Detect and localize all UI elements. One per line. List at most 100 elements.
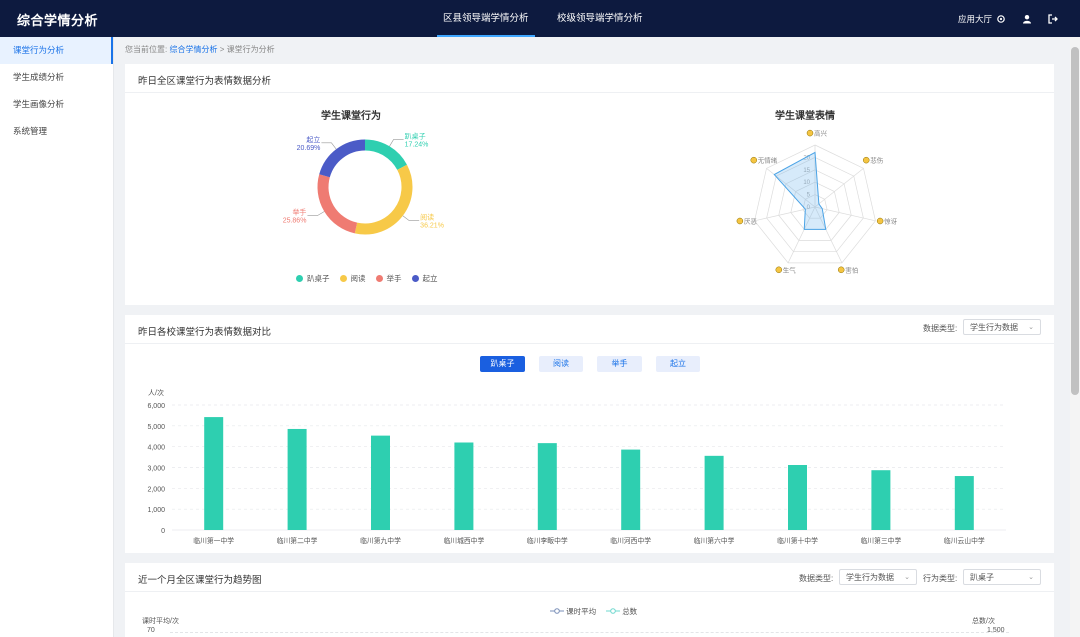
legend-item-desk[interactable]: 趴桌子 <box>296 273 330 284</box>
behavior-button-hand[interactable]: 举手 <box>597 356 642 372</box>
x-tick-label: 临川城西中学 <box>444 536 485 545</box>
bar[interactable] <box>537 443 557 530</box>
page-scrollbar[interactable] <box>1070 37 1080 637</box>
label-leader-line <box>321 142 337 150</box>
radar-axis-text: 厌恶 <box>744 218 758 226</box>
emoji-face-icon <box>837 266 845 274</box>
right-axis-label: 总数/次 <box>972 618 995 625</box>
legend-label: 总数 <box>622 607 638 616</box>
school-compare-title: 昨日各校课堂行为表情数据对比 <box>138 327 272 338</box>
logout-icon[interactable] <box>1048 13 1058 24</box>
bar[interactable] <box>371 435 390 530</box>
radar-axis-label: 厌恶 <box>736 218 758 226</box>
label-leader-line <box>389 139 404 147</box>
data-type-value: 学生行为数据 <box>970 323 1018 332</box>
y-tick-label: 4,000 <box>147 445 165 452</box>
x-tick-label: 临川云山中学 <box>944 536 985 545</box>
sidebar-item-system-management[interactable]: 系统管理 <box>0 118 113 145</box>
donut-slice-label: 趴桌子 <box>405 131 426 140</box>
sidebar-item-behavior-analysis[interactable]: 课堂行为分析 <box>0 37 113 64</box>
radar-series-area[interactable] <box>773 151 827 230</box>
label-leader-line <box>307 211 325 216</box>
emoji-face-icon <box>876 217 884 225</box>
emoji-face-icon <box>862 156 870 164</box>
bar[interactable] <box>287 428 307 530</box>
behavior-type-label: 行为类型: <box>923 574 958 583</box>
legend-item-read[interactable]: 阅读 <box>339 273 366 284</box>
legend-label: 阅读 <box>350 274 366 283</box>
donut-slice-label: 起立 <box>306 135 320 144</box>
donut-slice[interactable] <box>354 164 413 235</box>
legend-label: 起立 <box>422 274 438 283</box>
radar-chart-title: 学生课堂表情 <box>775 111 835 122</box>
chevron-down-icon: ⌄ <box>1028 324 1034 331</box>
radar-axis-text: 无情绪 <box>758 156 778 165</box>
trend-legend: 课时平均 总数 <box>550 606 637 617</box>
school-bar-chart: 人/次 0 1,000 2,000 3,000 4,000 5,000 6,000 临川第一中学… <box>147 388 1006 545</box>
bar[interactable] <box>954 476 974 530</box>
bar[interactable] <box>454 442 474 531</box>
trend-data-type-select[interactable]: 学生行为数据 ⌄ <box>839 569 917 585</box>
legend-item-avg[interactable]: 课时平均 <box>550 606 596 617</box>
y-tick-label: 0 <box>161 528 165 535</box>
x-tick-label: 临川第三中学 <box>861 536 902 545</box>
donut-slice-percent: 25.86% <box>283 218 307 225</box>
y-tick-label: 1,000 <box>147 507 165 514</box>
app-hall-link[interactable]: 应用大厅 <box>958 13 1006 25</box>
divider <box>125 591 1054 592</box>
radar-axis-label: 高兴 <box>806 129 828 138</box>
emoji-face-icon <box>775 266 783 274</box>
gridline <box>170 632 1009 634</box>
donut-slice-percent: 36.21% <box>420 223 444 230</box>
legend-item-stand[interactable]: 起立 <box>411 273 438 284</box>
trend-data-type-value: 学生行为数据 <box>846 573 894 582</box>
x-tick-label: 临川第一中学 <box>193 536 234 545</box>
donut-legend: 趴桌子 阅读 举手 起立 <box>296 273 438 284</box>
bar[interactable] <box>621 449 641 530</box>
overview-card-title: 昨日全区课堂行为表情数据分析 <box>138 76 272 87</box>
y-tick-label: 2,000 <box>147 486 165 493</box>
legend-label: 趴桌子 <box>307 274 330 283</box>
y-tick-label: 6,000 <box>147 403 165 410</box>
tab-district-leader[interactable]: 区县领导端学情分析 <box>437 0 535 37</box>
donut-slice[interactable] <box>319 139 366 178</box>
bar[interactable] <box>788 465 807 530</box>
tab-school-leader[interactable]: 校级领导端学情分析 <box>557 0 643 37</box>
top-right-actions: 应用大厅 <box>958 0 1058 37</box>
donut-slice[interactable] <box>364 139 407 171</box>
behavior-type-select[interactable]: 趴桌子 ⌄ <box>963 569 1041 585</box>
x-tick-label: 临川李畈中学 <box>527 536 568 545</box>
radar-axis-label: 惊讶 <box>876 217 898 226</box>
behavior-type-value: 趴桌子 <box>970 573 994 582</box>
user-icon[interactable] <box>1022 14 1032 24</box>
donut-slice-label: 阅读 <box>420 213 434 222</box>
donut-slice-label: 举手 <box>292 208 306 217</box>
donut-slice[interactable] <box>317 174 358 234</box>
donut-slice-percent: 17.24% <box>405 141 429 148</box>
bar[interactable] <box>871 470 891 530</box>
data-type-label: 数据类型: <box>923 324 958 333</box>
breadcrumb-link[interactable]: 综合学情分析 <box>169 45 217 54</box>
x-tick-label: 临川第九中学 <box>360 536 401 545</box>
bar[interactable] <box>704 455 724 530</box>
scrollbar-thumb[interactable] <box>1071 47 1079 395</box>
bar[interactable] <box>204 417 224 530</box>
behavior-button-read[interactable]: 阅读 <box>539 356 583 372</box>
radar-axis-text: 害怕 <box>845 265 859 274</box>
donut-slice-percent: 20.69% <box>297 145 321 152</box>
legend-label: 举手 <box>386 274 402 283</box>
behavior-button-desk[interactable]: 趴桌子 <box>480 356 525 372</box>
sidebar-item-student-profile[interactable]: 学生画像分析 <box>0 91 113 118</box>
x-tick-label: 临川第六中学 <box>694 536 735 545</box>
behavior-button-stand[interactable]: 起立 <box>656 356 700 372</box>
sidebar-item-score-analysis[interactable]: 学生成绩分析 <box>0 64 113 91</box>
breadcrumb-current: 课堂行为分析 <box>226 45 275 54</box>
legend-item-total[interactable]: 总数 <box>606 606 637 617</box>
x-tick-label: 临川河西中学 <box>610 536 651 545</box>
chevron-down-icon: ⌄ <box>904 574 910 581</box>
left-axis-label: 课时平均/次 <box>142 618 179 625</box>
y-tick-label: 3,000 <box>147 466 165 473</box>
radar-axis-label: 害怕 <box>837 265 859 274</box>
legend-item-hand[interactable]: 举手 <box>375 273 402 284</box>
data-type-select[interactable]: 学生行为数据 ⌄ <box>963 319 1041 335</box>
